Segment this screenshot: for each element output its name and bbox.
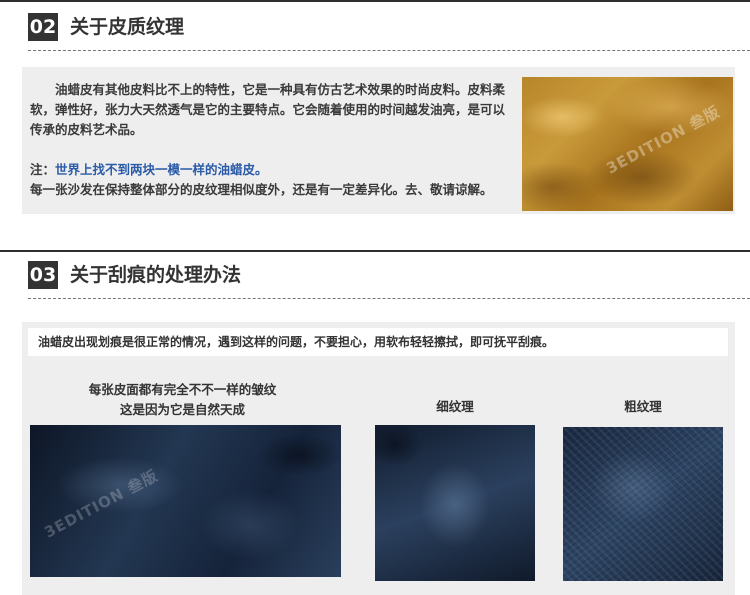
section-number-badge: 03: [28, 261, 58, 289]
section-title: 关于皮质纹理: [70, 16, 185, 38]
caption-fine-texture: 细纹理: [436, 399, 474, 414]
image-watermark: 3EDITION 叁版: [603, 102, 724, 178]
texture-description: 油蜡皮有其他皮料比不上的特性，它是一种具有仿古艺术效果的时尚皮料。皮料柔软，弹性…: [30, 80, 510, 200]
caption-main-line1: 每张皮面都有完全不不一样的皱纹: [88, 382, 277, 397]
header-top-rule: [0, 0, 750, 2]
scratch-banner: 油蜡皮出现划痕是很正常的情况，遇到这样的问题，不要担心，用软布轻轻擦拭，即可抚平…: [28, 328, 728, 356]
caption-coarse-texture: 粗纹理: [624, 399, 662, 414]
section-number-badge: 02: [28, 13, 58, 41]
section-header-scratches: 03 关于刮痕的处理办法: [0, 250, 750, 302]
section-divider: [28, 50, 750, 51]
navy-leather-fine-image: [375, 425, 535, 581]
caption-main: 每张皮面都有完全不不一样的皱纹 这是因为它是自然天成: [30, 380, 335, 420]
navy-leather-coarse-image: [563, 427, 723, 581]
navy-leather-main-image: 3EDITION 叁版: [30, 425, 341, 577]
section-header-texture: 02 关于皮质纹理: [0, 0, 750, 52]
note-detail: 每一张沙发在保持整体部分的皮纹理相似度外，还是有一定差异化。去、敬请谅解。: [30, 182, 493, 197]
texture-paragraph: 油蜡皮有其他皮料比不上的特性，它是一种具有仿古艺术效果的时尚皮料。皮料柔软，弹性…: [30, 82, 506, 137]
tan-leather-image: 3EDITION 叁版: [522, 77, 733, 211]
caption-main-line2: 这是因为它是自然天成: [119, 402, 245, 417]
note-label: 注：: [30, 162, 56, 177]
note-highlight: 世界上找不到两块一模一样的油蜡皮。: [55, 162, 268, 177]
header-top-rule: [0, 250, 750, 252]
section-title: 关于刮痕的处理办法: [70, 264, 242, 286]
texture-note: 注：世界上找不到两块一模一样的油蜡皮。: [30, 160, 510, 180]
image-watermark: 3EDITION 叁版: [41, 466, 162, 542]
section-divider: [28, 298, 750, 299]
